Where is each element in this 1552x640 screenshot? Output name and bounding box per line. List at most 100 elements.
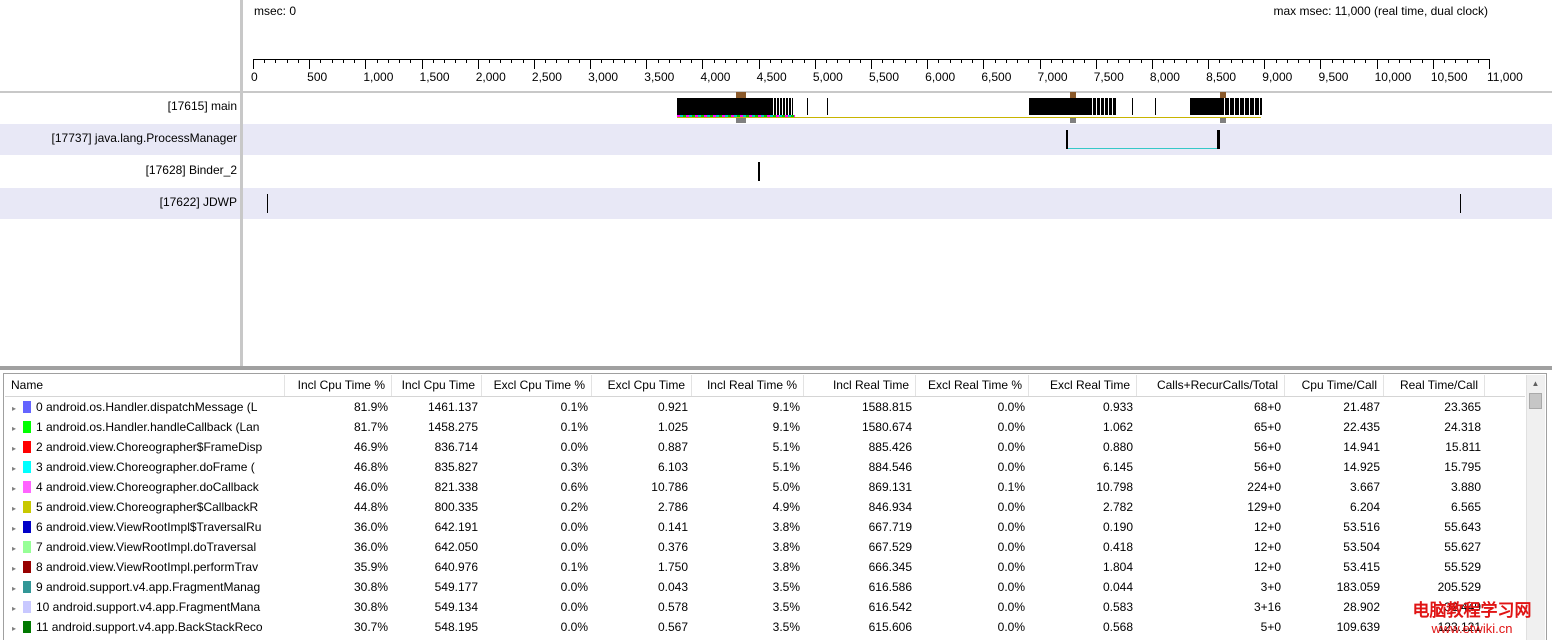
method-name-cell[interactable]: ▸ 1 android.os.Handler.handleCallback (La… xyxy=(5,417,285,437)
column-header[interactable]: Incl Cpu Time xyxy=(392,375,482,396)
timeline-row-processmanager[interactable] xyxy=(243,124,1552,155)
table-cell: 1458.275 xyxy=(427,420,478,434)
thread-label-processmanager[interactable]: [17737] java.lang.ProcessManager xyxy=(0,124,240,155)
expand-arrow-icon[interactable]: ▸ xyxy=(5,599,23,617)
table-cell: 642.050 xyxy=(434,540,478,554)
method-name-cell[interactable]: ▸ 2 android.view.Choreographer$FrameDisp xyxy=(5,437,285,457)
table-cell: 0.1% xyxy=(560,560,588,574)
ruler-minor-tick xyxy=(578,59,580,63)
table-row[interactable]: ▸ 8 android.view.ViewRootImpl.performTrav… xyxy=(5,557,1525,577)
expand-arrow-icon[interactable]: ▸ xyxy=(5,619,23,637)
method-name: 5 android.view.Choreographer$CallbackR xyxy=(36,500,259,514)
method-call[interactable] xyxy=(758,162,760,181)
expand-arrow-icon[interactable]: ▸ xyxy=(5,499,23,517)
table-row[interactable]: ▸ 11 android.support.v4.app.BackStackReco… xyxy=(5,617,1525,637)
expand-arrow-icon[interactable]: ▸ xyxy=(5,519,23,537)
table-cell: 3.8% xyxy=(772,520,800,534)
table-row[interactable]: ▸ 7 android.view.ViewRootImpl.doTraversal… xyxy=(5,537,1525,557)
method-block[interactable] xyxy=(1220,98,1262,115)
scroll-thumb[interactable] xyxy=(1529,393,1542,409)
table-cell: 14.941 xyxy=(1343,440,1380,454)
method-block[interactable] xyxy=(771,98,793,115)
column-header[interactable]: Cpu Time/Call xyxy=(1285,375,1384,396)
method-block[interactable] xyxy=(677,98,771,115)
ruler-minor-tick xyxy=(500,59,502,63)
table-row[interactable]: ▸ 5 android.view.Choreographer$CallbackR 4… xyxy=(5,497,1525,517)
method-name-cell[interactable]: ▸ 11 android.support.v4.app.BackStackReco xyxy=(5,617,285,637)
method-name-cell[interactable]: ▸ 0 android.os.Handler.dispatchMessage (L xyxy=(5,397,285,417)
table-row[interactable]: ▸ 10 android.support.v4.app.FragmentMana 3… xyxy=(5,597,1525,617)
thread-label-jdwp[interactable]: [17622] JDWP xyxy=(0,188,240,219)
table-row[interactable]: ▸ 9 android.support.v4.app.FragmentManag 3… xyxy=(5,577,1525,597)
column-header[interactable]: Excl Cpu Time % xyxy=(482,375,592,396)
method-call[interactable] xyxy=(827,98,828,115)
method-call[interactable] xyxy=(1132,98,1133,115)
method-block[interactable] xyxy=(1190,98,1220,115)
ruler-minor-tick xyxy=(1017,59,1019,63)
expand-arrow-icon[interactable]: ▸ xyxy=(5,419,23,437)
method-call[interactable] xyxy=(1460,194,1461,213)
method-call[interactable] xyxy=(267,194,268,213)
expand-arrow-icon[interactable]: ▸ xyxy=(5,439,23,457)
table-header: Name Incl Cpu Time % Incl Cpu Time Excl Cpu… xyxy=(5,375,1525,397)
table-cell: 0.0% xyxy=(997,440,1025,454)
thread-label-main[interactable]: [17615] main xyxy=(0,92,240,123)
table-row[interactable]: ▸ 1 android.os.Handler.handleCallback (La… xyxy=(5,417,1525,437)
timeline-canvas[interactable]: msec: 0 max msec: 11,000 (real time, dua… xyxy=(243,0,1552,366)
method-name: 7 android.view.ViewRootImpl.doTraversal xyxy=(36,540,257,554)
thread-label-binder[interactable]: [17628] Binder_2 xyxy=(0,156,240,187)
column-header[interactable]: Real Time/Call xyxy=(1384,375,1485,396)
timeline-row-main[interactable] xyxy=(243,92,1552,123)
method-block[interactable] xyxy=(1089,98,1117,115)
table-cell: 0.0% xyxy=(997,580,1025,594)
expand-arrow-icon[interactable]: ▸ xyxy=(5,479,23,497)
table-row[interactable]: ▸ 3 android.view.Choreographer.doFrame ( 4… xyxy=(5,457,1525,477)
method-name-cell[interactable]: ▸ 8 android.view.ViewRootImpl.performTrav xyxy=(5,557,285,577)
method-name-cell[interactable]: ▸ 7 android.view.ViewRootImpl.doTraversal xyxy=(5,537,285,557)
table-cell: 0.0% xyxy=(997,420,1025,434)
method-name-cell[interactable]: ▸ 4 android.view.Choreographer.doCallback xyxy=(5,477,285,497)
method-name: 1 android.os.Handler.handleCallback (Lan xyxy=(36,420,260,434)
method-name-cell[interactable]: ▸ 3 android.view.Choreographer.doFrame ( xyxy=(5,457,285,477)
method-name-cell[interactable]: ▸ 9 android.support.v4.app.FragmentManag xyxy=(5,577,285,597)
table-cell: 3.880 xyxy=(1450,480,1481,494)
ruler-minor-tick xyxy=(769,59,771,63)
method-block[interactable] xyxy=(1029,98,1089,115)
table-row[interactable]: ▸ 2 android.view.Choreographer$FrameDisp 4… xyxy=(5,437,1525,457)
table-row[interactable]: ▸ 4 android.view.Choreographer.doCallback… xyxy=(5,477,1525,497)
method-call[interactable] xyxy=(807,98,808,115)
column-header[interactable]: Excl Real Time % xyxy=(916,375,1029,396)
column-header[interactable]: Incl Cpu Time % xyxy=(285,375,392,396)
table-cell: 15.811 xyxy=(1445,440,1481,454)
table-row[interactable]: ▸ 6 android.view.ViewRootImpl$TraversalRu… xyxy=(5,517,1525,537)
expand-arrow-icon[interactable]: ▸ xyxy=(5,539,23,557)
method-name-cell[interactable]: ▸ 6 android.view.ViewRootImpl$TraversalRu xyxy=(5,517,285,537)
ruler-minor-tick xyxy=(556,59,558,63)
scroll-up-arrow-icon[interactable]: ▲ xyxy=(1527,375,1544,392)
expand-arrow-icon[interactable]: ▸ xyxy=(5,579,23,597)
table-row[interactable]: ▸ 0 android.os.Handler.dispatchMessage (L… xyxy=(5,397,1525,417)
column-header[interactable]: Excl Real Time xyxy=(1029,375,1137,396)
method-call[interactable] xyxy=(1217,130,1220,149)
expand-arrow-icon[interactable]: ▸ xyxy=(5,399,23,417)
table-cell: 12+0 xyxy=(1253,560,1281,574)
column-header[interactable]: Incl Real Time % xyxy=(692,375,804,396)
thread-label-text: [17622] JDWP xyxy=(159,195,237,209)
table-cell: 46.8% xyxy=(353,460,388,474)
expand-arrow-icon[interactable]: ▸ xyxy=(5,459,23,477)
ruler-minor-tick xyxy=(376,59,378,63)
column-header[interactable]: Incl Real Time xyxy=(804,375,916,396)
column-header[interactable]: Excl Cpu Time xyxy=(592,375,692,396)
ruler-minor-tick xyxy=(938,59,940,63)
table-cell: 0.578 xyxy=(657,600,688,614)
method-name-cell[interactable]: ▸ 10 android.support.v4.app.FragmentMana xyxy=(5,597,285,617)
column-header[interactable]: Name xyxy=(5,375,285,396)
method-call[interactable] xyxy=(1066,130,1068,149)
timeline-row-jdwp[interactable] xyxy=(243,188,1552,219)
column-header[interactable]: Calls+RecurCalls/Total xyxy=(1137,375,1285,396)
ruler-minor-tick xyxy=(354,59,356,63)
method-name-cell[interactable]: ▸ 5 android.view.Choreographer$CallbackR xyxy=(5,497,285,517)
timeline-row-binder[interactable] xyxy=(243,156,1552,187)
method-call[interactable] xyxy=(1155,98,1156,115)
expand-arrow-icon[interactable]: ▸ xyxy=(5,559,23,577)
